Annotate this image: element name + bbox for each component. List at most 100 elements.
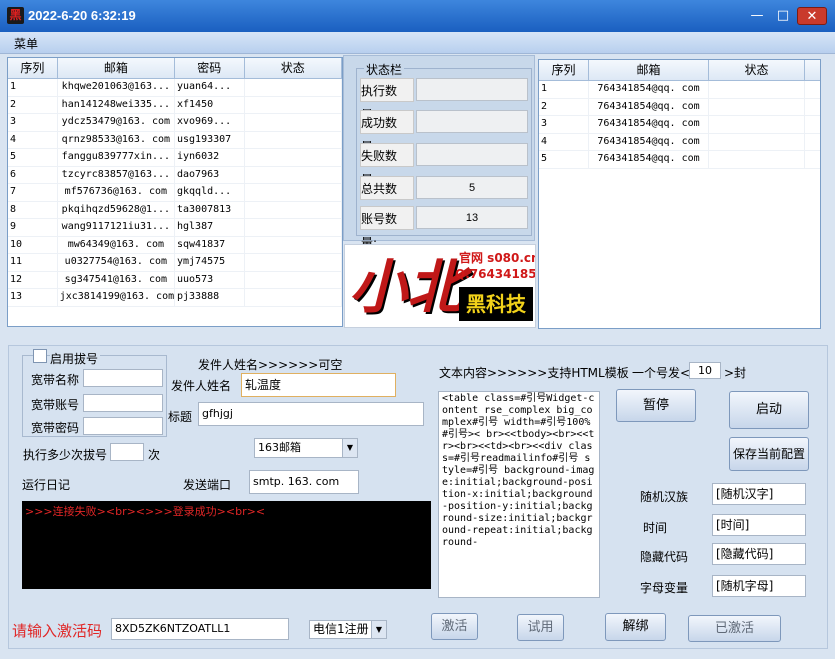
sender-name-label: 发件人姓名 [171,379,232,393]
table-row[interactable]: 8 pkqihqzd59628@1... ta3007813 [8,201,342,219]
per-account-unit: >封 [724,366,747,380]
table-row[interactable]: 5 764341854@qq. com [539,151,820,169]
pause-button[interactable]: 暂停 [616,389,696,422]
account-count-value: 13 [416,206,528,229]
maximize-button[interactable]: □ [772,7,794,25]
table-row[interactable]: 4 qrnz98533@163. com usg193307 [8,131,342,149]
html-content-textarea[interactable]: <table class=#引号Widget-content rse_compl… [438,391,600,598]
app-icon: 黑 [7,7,24,24]
save-config-button[interactable]: 保存当前配置 [729,437,809,471]
column-header[interactable]: 状态 [245,58,342,78]
menu-item[interactable]: 菜单 [14,35,38,52]
table-row[interactable]: 3 764341854@qq. com [539,116,820,134]
table-cell: xvo969... [175,114,245,131]
exec-times-unit: 次 [148,448,161,462]
column-header[interactable]: 密码 [175,58,245,78]
letter-var-input[interactable]: [随机字母] [712,575,806,597]
logo-mark: 小北 [349,253,466,321]
log-output[interactable]: >>>连接失败><br><>>>登录成功><br>< [22,501,431,589]
table-row[interactable]: 2 764341854@qq. com [539,98,820,116]
exec-times-label: 执行多少次拔号 [23,448,108,462]
receiver-grid[interactable]: 序列 邮箱 状态 1 764341854@qq. com 2 764341854@qq… [538,59,821,329]
menu-bar: 菜单 [0,32,835,54]
receiver-grid-header: 序列 邮箱 状态 [539,60,820,81]
table-cell: ta3007813 [175,201,245,218]
total-count-value: 5 [416,176,528,199]
column-header[interactable]: 邮箱 [58,58,175,78]
letter-var-label: 字母变量 [640,581,689,595]
table-row[interactable]: 3 ydcz53479@163. com xvo969... [8,114,342,132]
content-label: 文本内容>>>>>>支持HTML模板 [439,366,629,380]
column-header[interactable]: 邮箱 [589,60,709,80]
total-count-label: 总共数量: [360,176,414,220]
table-cell [245,271,342,288]
table-row[interactable]: 12 sg347541@163. com uuo573 [8,271,342,289]
subject-label: 标题 [168,410,193,424]
table-cell [245,254,342,271]
table-cell: 6 [8,166,58,183]
table-row[interactable]: 11 u0327754@163. com ymj74575 [8,254,342,272]
per-account-input[interactable]: 10 [689,362,721,379]
unbind-button[interactable]: 解绑 [605,613,666,641]
brand-logo: 小北 官网 s080.cn Q.764341854 黑科技 [344,244,536,328]
exec-times-input[interactable] [110,443,144,461]
table-row[interactable]: 4 764341854@qq. com [539,133,820,151]
activated-button[interactable]: 已激活 [688,615,781,642]
table-cell: 3 [539,116,589,133]
account-grid[interactable]: 序列 邮箱 密码 状态 1 khqwe201063@163... yuan64...… [7,57,343,327]
time-input[interactable]: [时间] [712,514,806,536]
table-cell: ydcz53479@163. com [58,114,175,131]
start-button[interactable]: 启动 [729,391,809,429]
table-cell [245,289,342,306]
table-cell: mf576736@163. com [58,184,175,201]
port-input[interactable]: smtp. 163. com [249,470,359,494]
broadband-account-label: 宽带账号 [31,398,80,412]
broadband-name-input[interactable] [83,369,163,387]
table-cell: 13 [8,289,58,306]
table-cell: 12 [8,271,58,288]
table-row[interactable]: 2 han141248wei335... xf1450 [8,96,342,114]
broadband-account-input[interactable] [83,394,163,412]
trial-button[interactable]: 试用 [517,614,564,641]
table-cell: iyn6032 [175,149,245,166]
table-row[interactable]: 7 mf576736@163. com gkqqld... [8,184,342,202]
table-row[interactable]: 10 mw64349@163. com sqw41837 [8,236,342,254]
column-header[interactable]: 状态 [709,60,805,80]
column-header[interactable]: 序列 [8,58,58,78]
line-select[interactable]: 电信1注册 ▼ [309,620,387,639]
table-cell [245,131,342,148]
table-cell [709,81,805,98]
activation-code-input[interactable]: 8XD5ZK6NTZOATLL1 [111,618,289,640]
enable-dial-checkbox[interactable] [33,349,47,363]
account-grid-header: 序列 邮箱 密码 状态 [8,58,342,79]
random-han-input[interactable]: [随机汉字] [712,483,806,505]
table-cell [245,236,342,253]
table-cell: ymj74575 [175,254,245,271]
mailbox-select[interactable]: 163邮箱 ▼ [254,438,358,458]
table-cell: fanggu839777xin... [58,149,175,166]
table-row[interactable]: 1 khqwe201063@163... yuan64... [8,79,342,97]
table-cell: 10 [8,236,58,253]
activation-label: 请输入激活码 [12,622,103,640]
success-count-value [416,110,528,133]
close-button[interactable]: ✕ [797,7,827,25]
exec-count-label: 执行数量: [360,78,414,122]
table-row[interactable]: 5 fanggu839777xin... iyn6032 [8,149,342,167]
table-row[interactable]: 6 tzcyrc83857@163... dao7963 [8,166,342,184]
subject-input[interactable]: gfhjgj [198,402,424,426]
table-row[interactable]: 1 764341854@qq. com [539,81,820,99]
table-row[interactable]: 13 jxc3814199@163. com pj33888 [8,289,342,307]
broadband-password-input[interactable] [83,417,163,435]
table-row[interactable]: 9 wang9117121iu31... hgl387 [8,219,342,237]
column-header[interactable]: 序列 [539,60,589,80]
exec-count-value [416,78,528,101]
logo-qq: Q.764341854 [455,267,536,281]
table-cell: usg193307 [175,131,245,148]
table-cell: 4 [8,131,58,148]
table-cell: xf1450 [175,96,245,113]
hidden-code-input[interactable]: [隐藏代码] [712,543,806,565]
sender-name-input[interactable]: 轧温度 [241,373,396,397]
activate-button[interactable]: 激活 [431,613,478,640]
minimize-button[interactable]: — [746,7,768,25]
table-cell: 2 [8,96,58,113]
